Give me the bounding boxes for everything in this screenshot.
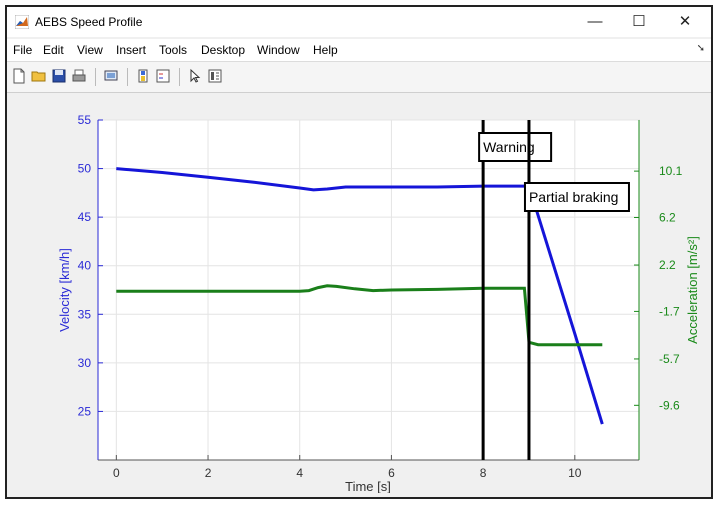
menu-desktop[interactable]: Desktop bbox=[201, 43, 245, 57]
property-editor-icon[interactable] bbox=[207, 68, 223, 84]
x-axis-label: Time [s] bbox=[345, 479, 391, 493]
x-tick-label: 6 bbox=[388, 466, 395, 480]
right-y-tick-label: -9.6 bbox=[659, 398, 680, 412]
maximize-button[interactable]: ☐ bbox=[619, 11, 659, 33]
left-y-tick-label: 40 bbox=[78, 259, 92, 273]
left-y-tick-label: 30 bbox=[78, 356, 92, 370]
left-y-axis-label: Velocity [km/h] bbox=[57, 248, 72, 332]
menu-insert[interactable]: Insert bbox=[116, 43, 146, 57]
aebs-chart[interactable]: 0 2 4 6 8 10 25 30 35 40 45 50 55 10.1 6.2 2.2 -1.7 -5.… bbox=[7, 93, 711, 494]
toolbar-separator bbox=[179, 68, 180, 86]
right-y-tick-label: 6.2 bbox=[659, 210, 676, 224]
figure-toolbar bbox=[7, 61, 711, 93]
dock-arrow-icon[interactable]: ➘ bbox=[697, 43, 705, 54]
menu-edit[interactable]: Edit bbox=[43, 43, 64, 57]
open-folder-icon[interactable] bbox=[31, 68, 47, 84]
left-y-tick-label: 35 bbox=[78, 307, 92, 321]
colorbar-icon[interactable] bbox=[135, 68, 151, 84]
menu-file[interactable]: File bbox=[13, 43, 32, 57]
x-tick-label: 4 bbox=[296, 466, 303, 480]
left-y-tick-label: 45 bbox=[78, 210, 92, 224]
menu-bar: File Edit View Insert Tools Desktop Wind… bbox=[7, 39, 711, 61]
right-y-tick-label: 10.1 bbox=[659, 164, 683, 178]
menu-tools[interactable]: Tools bbox=[159, 43, 187, 57]
x-tick-label: 10 bbox=[568, 466, 582, 480]
window-title: AEBS Speed Profile bbox=[35, 15, 143, 29]
link-plot-icon[interactable] bbox=[103, 68, 119, 84]
left-y-tick-label: 50 bbox=[78, 162, 92, 176]
marker-label: Warning bbox=[483, 139, 535, 155]
right-y-axis-label: Acceleration [m/s²] bbox=[685, 236, 700, 344]
toolbar-separator bbox=[127, 68, 128, 86]
print-icon[interactable] bbox=[71, 68, 87, 84]
left-y-tick-label: 25 bbox=[78, 404, 92, 418]
menu-window[interactable]: Window bbox=[257, 43, 300, 57]
figure-canvas: 0 2 4 6 8 10 25 30 35 40 45 50 55 10.1 6.2 2.2 -1.7 -5.… bbox=[7, 93, 711, 497]
x-tick-label: 0 bbox=[113, 466, 120, 480]
right-y-tick-labels: 10.1 6.2 2.2 -1.7 -5.7 -9.6 bbox=[634, 164, 683, 412]
save-icon[interactable] bbox=[51, 68, 67, 84]
toolbar-separator bbox=[95, 68, 96, 86]
x-tick-label: 2 bbox=[205, 466, 212, 480]
menu-view[interactable]: View bbox=[77, 43, 103, 57]
matlab-logo-icon bbox=[15, 15, 29, 29]
marker-label: Partial braking bbox=[529, 189, 619, 205]
menu-help[interactable]: Help bbox=[313, 43, 338, 57]
right-y-tick-label: -5.7 bbox=[659, 352, 680, 366]
pointer-icon[interactable] bbox=[187, 68, 203, 84]
title-bar[interactable]: AEBS Speed Profile — ☐ ✕ bbox=[7, 7, 711, 37]
right-y-tick-label: 2.2 bbox=[659, 258, 676, 272]
figure-window: AEBS Speed Profile — ☐ ✕ File Edit View … bbox=[5, 5, 713, 499]
new-file-icon[interactable] bbox=[11, 68, 27, 84]
legend-icon[interactable] bbox=[155, 68, 171, 84]
close-button[interactable]: ✕ bbox=[665, 11, 705, 33]
right-y-tick-label: -1.7 bbox=[659, 304, 680, 318]
minimize-button[interactable]: — bbox=[575, 11, 615, 33]
x-tick-label: 8 bbox=[480, 466, 487, 480]
left-y-tick-label: 55 bbox=[78, 113, 92, 127]
